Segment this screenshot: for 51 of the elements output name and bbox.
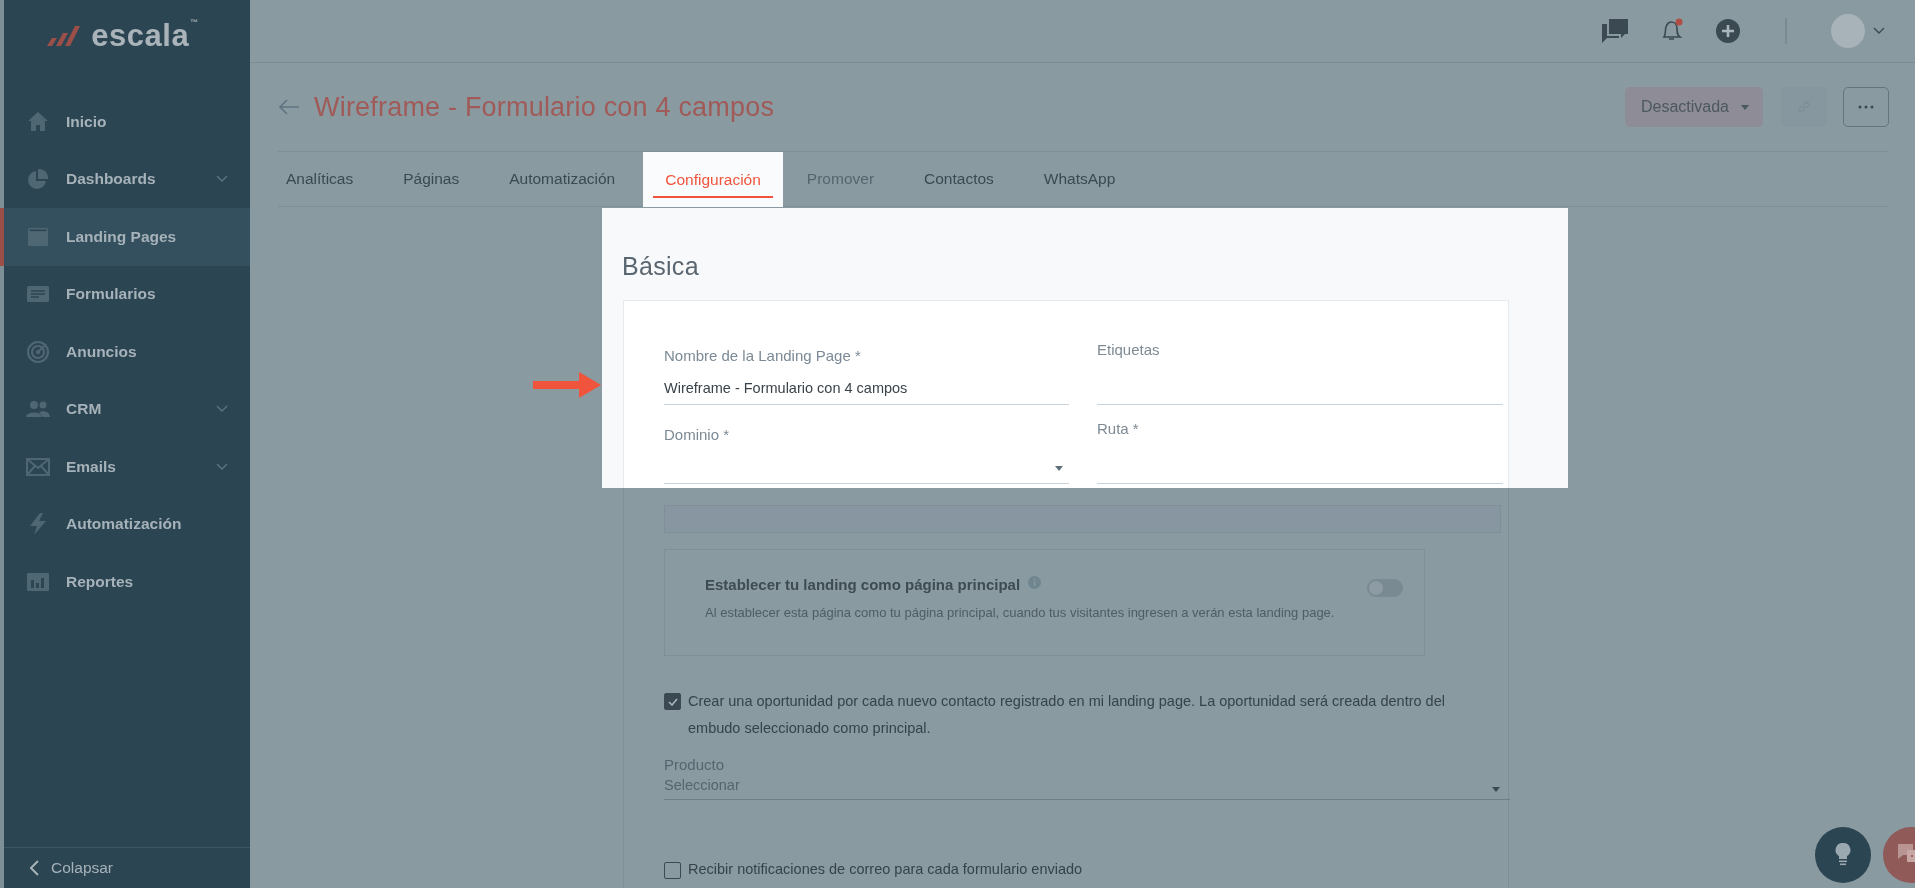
page-title: Wireframe - Formulario con 4 campos	[314, 91, 776, 123]
more-options-button[interactable]	[1843, 87, 1889, 127]
caret-down-icon	[1873, 26, 1885, 35]
sidebar-item[interactable]: Inicio	[0, 93, 250, 151]
input-field[interactable]: Wireframe - Formulario con 4 campos	[664, 378, 1069, 405]
section-title: Básica	[622, 252, 700, 281]
sidebar-item[interactable]: Dashboards	[0, 150, 250, 208]
caret-down-icon	[1055, 466, 1063, 471]
target-icon	[26, 339, 50, 364]
avatar[interactable]	[1831, 13, 1865, 48]
info-icon	[1028, 576, 1042, 589]
checkbox[interactable]	[664, 862, 681, 879]
sidebar-item[interactable]: Anuncios	[0, 323, 250, 381]
field-label: Ruta *	[1097, 420, 1139, 437]
sidebar-item[interactable]: Landing Pages	[0, 208, 250, 266]
tab[interactable]: Analíticas	[286, 152, 380, 206]
field-label: Nombre de la Landing Page *	[664, 347, 861, 364]
more-dots-icon	[1858, 105, 1874, 109]
sidebar-item[interactable]: CRM	[0, 380, 250, 438]
setting-title: Establecer tu landing como página principal	[705, 576, 1021, 593]
tab[interactable]: Páginas	[403, 152, 486, 206]
sidebar-item[interactable]: Formularios	[0, 265, 250, 323]
checkmark-icon	[667, 697, 678, 706]
caret-down-icon	[1492, 787, 1500, 792]
chevron-down-icon	[216, 175, 228, 184]
sidebar-item[interactable]: Emails	[0, 438, 250, 496]
chevron-down-icon	[216, 462, 228, 471]
chat-bubbles-icon	[1601, 17, 1629, 44]
caret-down-icon	[1741, 104, 1749, 110]
lightbulb-icon	[1835, 842, 1851, 868]
field-label: Etiquetas	[1097, 341, 1160, 358]
sidebar-item[interactable]: Automatización	[0, 495, 250, 553]
tips-button[interactable]	[1815, 827, 1871, 883]
tab[interactable]: Automatización	[509, 152, 642, 206]
add-circle-icon	[1715, 17, 1741, 44]
pie-chart-icon	[26, 167, 50, 192]
checkbox-label: Recibir notificaciones de correo para cada formulario enviado	[688, 860, 1084, 879]
tab[interactable]: Contactos	[924, 152, 1020, 206]
chevron-down-icon	[216, 405, 228, 414]
setting-description: Al establecer esta página como tu página principal, cuando tus visitantes ingresen a verán esta landing page.	[705, 605, 1336, 620]
checkbox-label: Crear una oportunidad por cada nuevo contacto registrado en mi landing page. La oportunidad será creada dentro del embudo seleccionado como principal.	[688, 692, 1446, 738]
field-label: Dominio *	[664, 426, 730, 443]
sidebar-item[interactable]: Reportes	[0, 553, 250, 611]
house-icon	[26, 109, 50, 134]
chevron-left-icon	[30, 860, 39, 876]
tab[interactable]: Configuración	[643, 152, 783, 207]
pointer-arrow-icon	[533, 372, 601, 398]
checkbox[interactable]	[664, 693, 681, 710]
logo-wordmark: escala™	[91, 18, 199, 54]
back-arrow-icon[interactable]	[278, 99, 300, 115]
tab[interactable]: WhatsApp	[1043, 152, 1142, 206]
